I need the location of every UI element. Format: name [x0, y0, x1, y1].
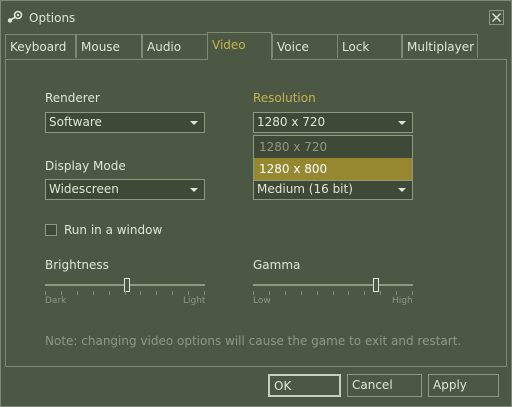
- slider-tick: [380, 291, 381, 295]
- close-icon: [492, 13, 501, 22]
- slider-tick: [317, 291, 318, 295]
- slider-tick: [204, 291, 205, 295]
- resolution-label: Resolution: [253, 91, 316, 105]
- close-button[interactable]: [489, 10, 504, 25]
- slider-tick: [140, 291, 141, 295]
- resolution-value: 1280 x 720: [257, 115, 326, 129]
- chevron-down-icon: [190, 121, 198, 125]
- gamma-slider-track[interactable]: [253, 284, 413, 286]
- brightness-slider-handle[interactable]: [124, 278, 130, 292]
- slider-tick: [125, 291, 126, 295]
- gamma-label: Gamma: [253, 258, 301, 272]
- cancel-button[interactable]: Cancel: [347, 374, 422, 397]
- tab-lock[interactable]: Lock: [337, 34, 402, 58]
- color-quality-value: Medium (16 bit): [257, 182, 353, 196]
- steam-icon: [7, 10, 23, 23]
- resolution-option-highlighted[interactable]: 1280 x 800: [254, 158, 412, 180]
- display-mode-value: Widescreen: [49, 182, 119, 196]
- slider-tick: [396, 291, 397, 295]
- slider-tick: [172, 291, 173, 295]
- renderer-value: Software: [49, 115, 102, 129]
- renderer-label: Renderer: [45, 91, 100, 105]
- brightness-ticks: [45, 291, 205, 296]
- color-quality-select[interactable]: Medium (16 bit): [253, 179, 413, 200]
- slider-tick: [109, 291, 110, 295]
- slider-tick: [269, 291, 270, 295]
- video-panel: [5, 59, 507, 367]
- tab-mouse[interactable]: Mouse: [76, 34, 142, 58]
- window-title: Options: [29, 11, 76, 25]
- tab-keyboard[interactable]: Keyboard: [5, 34, 76, 58]
- brightness-min-label: Dark: [45, 296, 67, 306]
- slider-tick: [253, 291, 254, 295]
- brightness-label: Brightness: [45, 258, 109, 272]
- gamma-min-label: Low: [253, 296, 271, 306]
- title-bar[interactable]: Options: [1, 1, 511, 31]
- slider-tick: [93, 291, 94, 295]
- resolution-select[interactable]: 1280 x 720: [253, 112, 413, 133]
- slider-tick: [285, 291, 286, 295]
- slider-tick: [412, 291, 413, 295]
- resolution-dropdown-list: 1280 x 720 1280 x 800: [253, 135, 413, 181]
- brightness-max-label: Light: [183, 296, 206, 306]
- tab-voice[interactable]: Voice: [272, 34, 338, 58]
- resolution-option[interactable]: 1280 x 720: [254, 136, 412, 158]
- slider-tick: [333, 291, 334, 295]
- display-mode-label: Display Mode: [45, 159, 126, 173]
- chevron-down-icon: [190, 188, 198, 192]
- tab-video[interactable]: Video: [207, 32, 272, 60]
- gamma-max-label: High: [392, 296, 413, 306]
- run-in-window-label: Run in a window: [64, 223, 163, 237]
- slider-tick: [364, 291, 365, 295]
- display-mode-select[interactable]: Widescreen: [45, 179, 205, 200]
- gamma-ticks: [253, 291, 413, 296]
- gamma-slider-handle[interactable]: [373, 278, 379, 292]
- slider-tick: [156, 291, 157, 295]
- slider-tick: [188, 291, 189, 295]
- restart-note: Note: changing video options will cause …: [45, 334, 462, 348]
- run-in-window-checkbox[interactable]: [45, 224, 57, 236]
- apply-button[interactable]: Apply: [428, 374, 499, 397]
- slider-tick: [61, 291, 62, 295]
- tab-multiplayer[interactable]: Multiplayer: [402, 34, 478, 58]
- options-window: Options Keyboard Mouse Audio Video Voice…: [0, 0, 512, 407]
- chevron-down-icon: [398, 121, 406, 125]
- slider-tick: [348, 291, 349, 295]
- slider-tick: [45, 291, 46, 295]
- chevron-down-icon: [398, 188, 406, 192]
- slider-tick: [301, 291, 302, 295]
- ok-button[interactable]: OK: [268, 374, 341, 397]
- renderer-select[interactable]: Software: [45, 112, 205, 133]
- slider-tick: [77, 291, 78, 295]
- tab-audio[interactable]: Audio: [142, 34, 208, 58]
